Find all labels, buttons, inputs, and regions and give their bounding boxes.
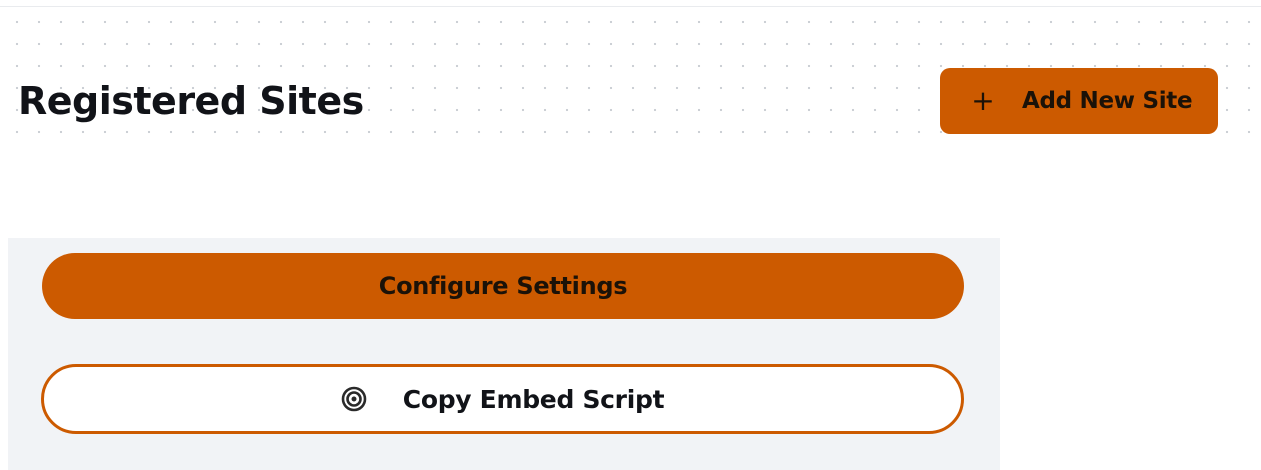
configure-settings-button[interactable]: Configure Settings xyxy=(42,253,964,319)
background-pattern xyxy=(1000,238,1012,470)
plus-icon: + xyxy=(971,84,995,117)
target-icon xyxy=(341,386,367,412)
copy-embed-script-label: Copy Embed Script xyxy=(402,384,665,414)
add-new-site-button[interactable]: + Add New Site xyxy=(940,68,1218,134)
add-new-site-label: Add New Site xyxy=(1022,88,1193,114)
page-title: Registered Sites xyxy=(18,79,364,123)
page: Registered Sites + Add New Site Configur… xyxy=(0,0,1261,470)
copy-embed-script-button[interactable]: Copy Embed Script xyxy=(41,364,964,434)
